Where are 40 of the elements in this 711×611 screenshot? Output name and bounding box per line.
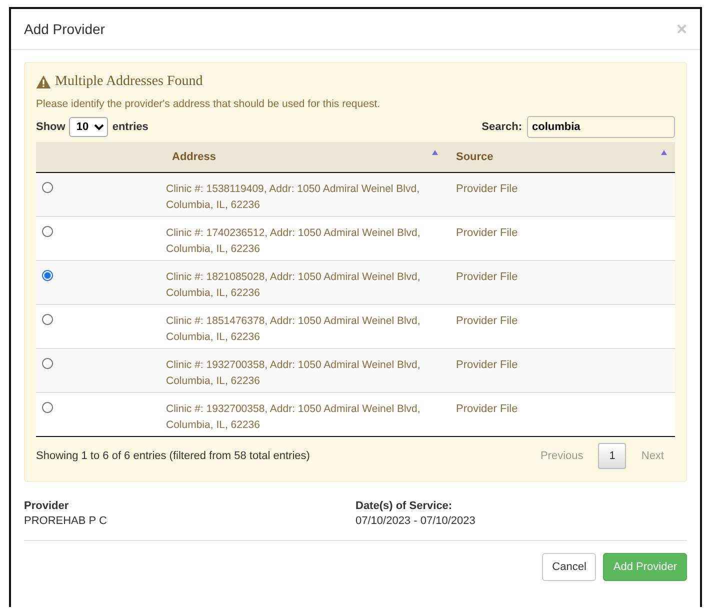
- source-cell: Provider File: [446, 260, 675, 304]
- search-label: Search:: [482, 121, 522, 133]
- source-cell: Provider File: [446, 216, 675, 260]
- entries-info: Showing 1 to 6 of 6 entries (filtered from 58 total entries): [36, 450, 310, 462]
- warning-icon: [36, 75, 51, 89]
- address-cell: Clinic #: 1932700358, Addr: 1050 Admiral Weinel Blvd, Columbia, IL, 62236: [156, 348, 446, 392]
- address-cell: Clinic #: 1821085028, Addr: 1050 Admiral Weinel Blvd, Columbia, IL, 62236: [156, 260, 446, 304]
- radio-button[interactable]: [42, 402, 53, 413]
- source-cell: Provider File: [446, 392, 675, 436]
- alert-title: Multiple Addresses Found: [55, 74, 203, 90]
- radio-button[interactable]: [42, 270, 53, 281]
- alert-message: Please identify the provider's address that should be used for this request.: [36, 98, 382, 110]
- page-nav-button[interactable]: Previous: [529, 443, 594, 469]
- cancel-button[interactable]: Cancel: [542, 553, 596, 581]
- detail-label: Date(s) of Service:: [356, 500, 454, 512]
- entries-select[interactable]: 10: [69, 117, 108, 137]
- page-button[interactable]: 1: [598, 443, 626, 469]
- radio-button[interactable]: [42, 358, 53, 369]
- source-cell: Provider File: [446, 304, 675, 348]
- address-cell: Clinic #: 1851476378, Addr: 1050 Admiral Weinel Blvd, Columbia, IL, 62236: [156, 304, 446, 348]
- detail-value: PROREHAB P C: [24, 515, 108, 527]
- sort-icon: [432, 150, 438, 155]
- radio-button[interactable]: [42, 226, 53, 237]
- entries-label: entries: [112, 121, 148, 133]
- source-cell: Provider File: [446, 348, 675, 392]
- address-cell: Clinic #: 1932700358, Addr: 1050 Admiral Weinel Blvd, Columbia, IL, 62236: [156, 392, 446, 436]
- show-label: Show: [36, 121, 66, 133]
- page-nav-button[interactable]: Next: [630, 443, 675, 469]
- search-field[interactable]: columbia: [527, 116, 675, 138]
- column-header[interactable]: Address: [156, 142, 446, 172]
- address-cell: Clinic #: 1740236512, Addr: 1050 Admiral Weinel Blvd, Columbia, IL, 62236: [156, 216, 446, 260]
- address-cell: Clinic #: 1538119409, Addr: 1050 Admiral Weinel Blvd, Columbia, IL, 62236: [156, 172, 446, 216]
- detail-label: Provider: [24, 500, 70, 512]
- radio-button[interactable]: [42, 182, 53, 193]
- detail-value: 07/10/2023 - 07/10/2023: [356, 515, 476, 527]
- source-cell: Provider File: [446, 172, 675, 216]
- sort-icon: [661, 150, 667, 155]
- column-header[interactable]: Source: [446, 142, 675, 172]
- dialog-title: Add Provider: [24, 21, 105, 37]
- radio-button[interactable]: [42, 314, 53, 325]
